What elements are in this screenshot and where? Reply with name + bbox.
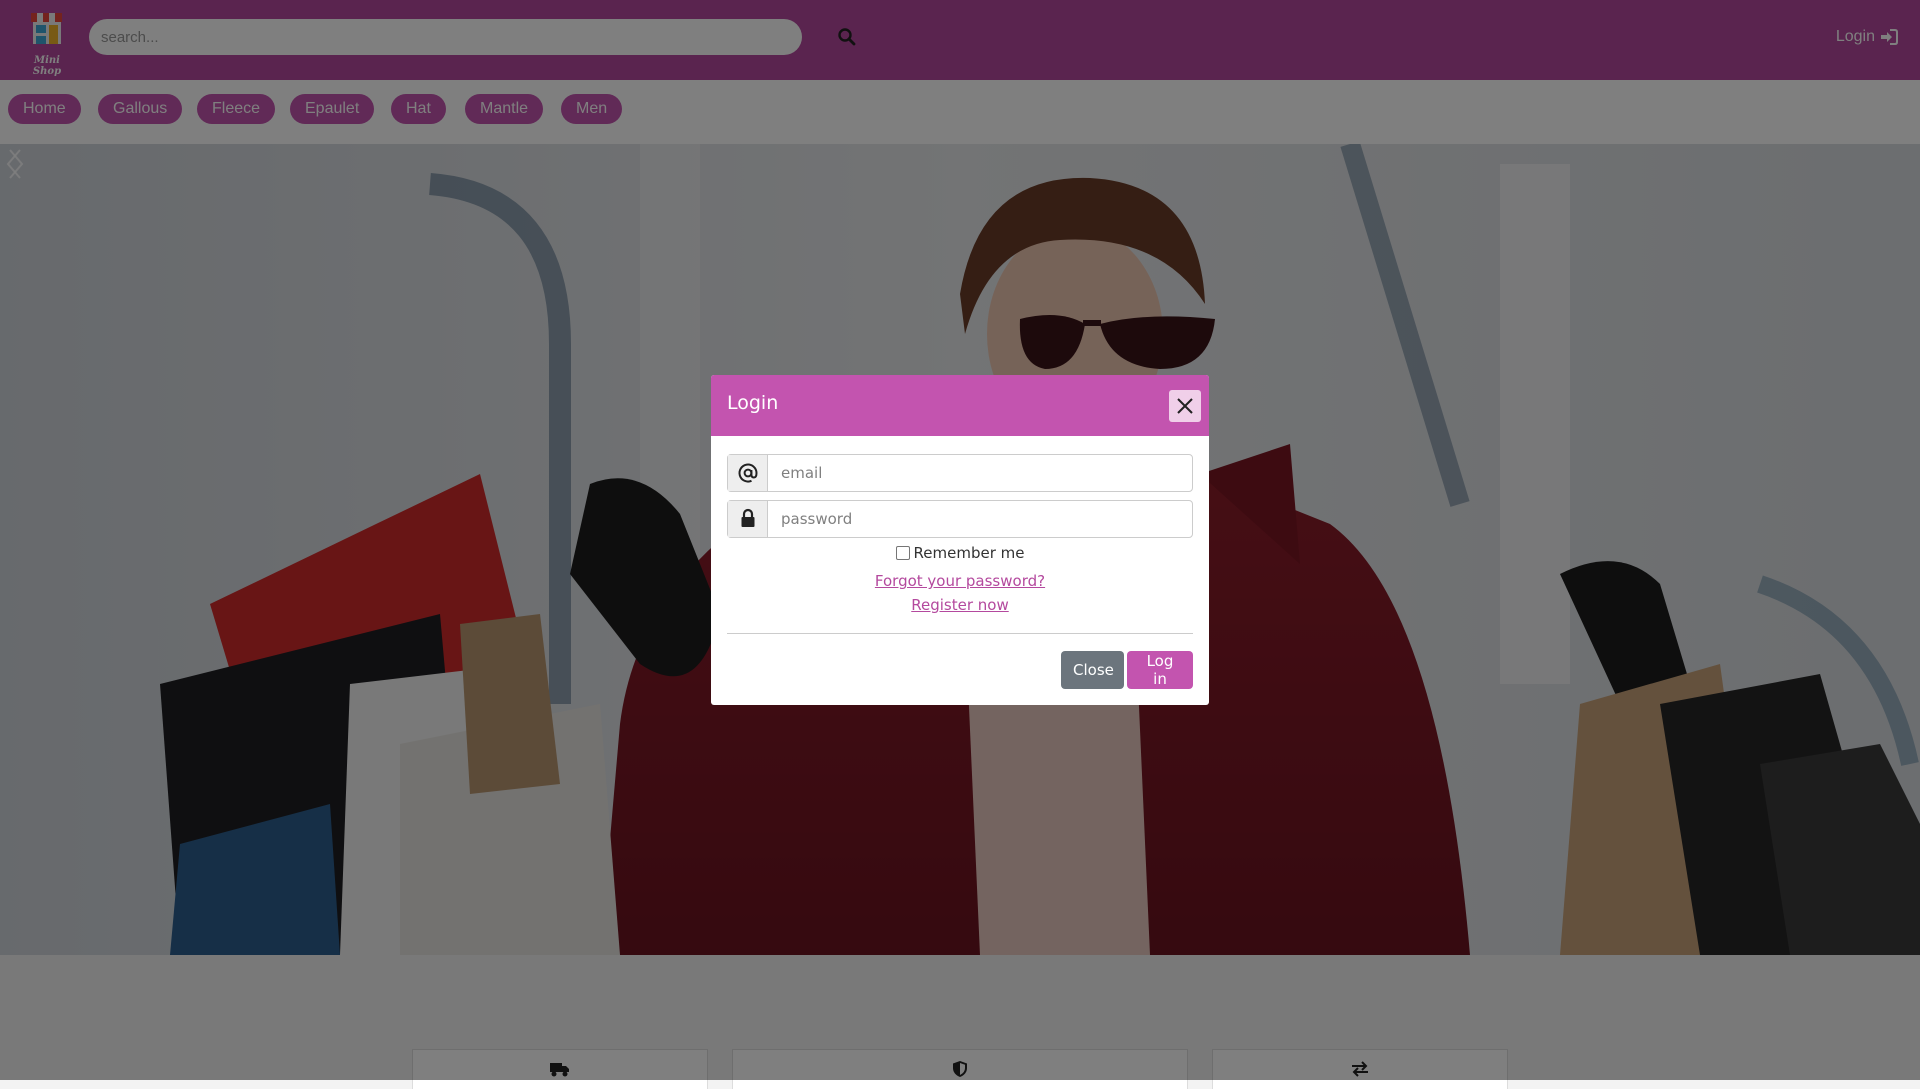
email-addon [728, 455, 768, 491]
modal-divider [727, 633, 1193, 634]
email-input-group [727, 454, 1193, 492]
modal-header: Login [711, 375, 1209, 436]
login-modal: Login Remember me Forgot you [711, 375, 1209, 705]
at-icon [738, 463, 758, 483]
password-field[interactable] [769, 501, 1192, 537]
remember-me-checkbox[interactable] [895, 546, 910, 560]
register-row: Register now [711, 596, 1209, 614]
remember-me-label: Remember me [913, 544, 1025, 562]
register-link[interactable]: Register now [911, 596, 1008, 614]
modal-close-button[interactable] [1169, 390, 1201, 422]
lock-icon [741, 508, 755, 527]
password-input-group [727, 500, 1193, 538]
password-addon [728, 501, 768, 537]
forgot-password-link[interactable]: Forgot your password? [875, 572, 1045, 590]
log-in-button[interactable]: Log in [1127, 651, 1193, 689]
close-icon [1177, 398, 1193, 414]
remember-me: Remember me [711, 544, 1209, 562]
close-button[interactable]: Close [1061, 651, 1124, 689]
email-field[interactable] [769, 455, 1192, 491]
modal-title: Login [727, 392, 779, 414]
forgot-password-row: Forgot your password? [711, 572, 1209, 590]
